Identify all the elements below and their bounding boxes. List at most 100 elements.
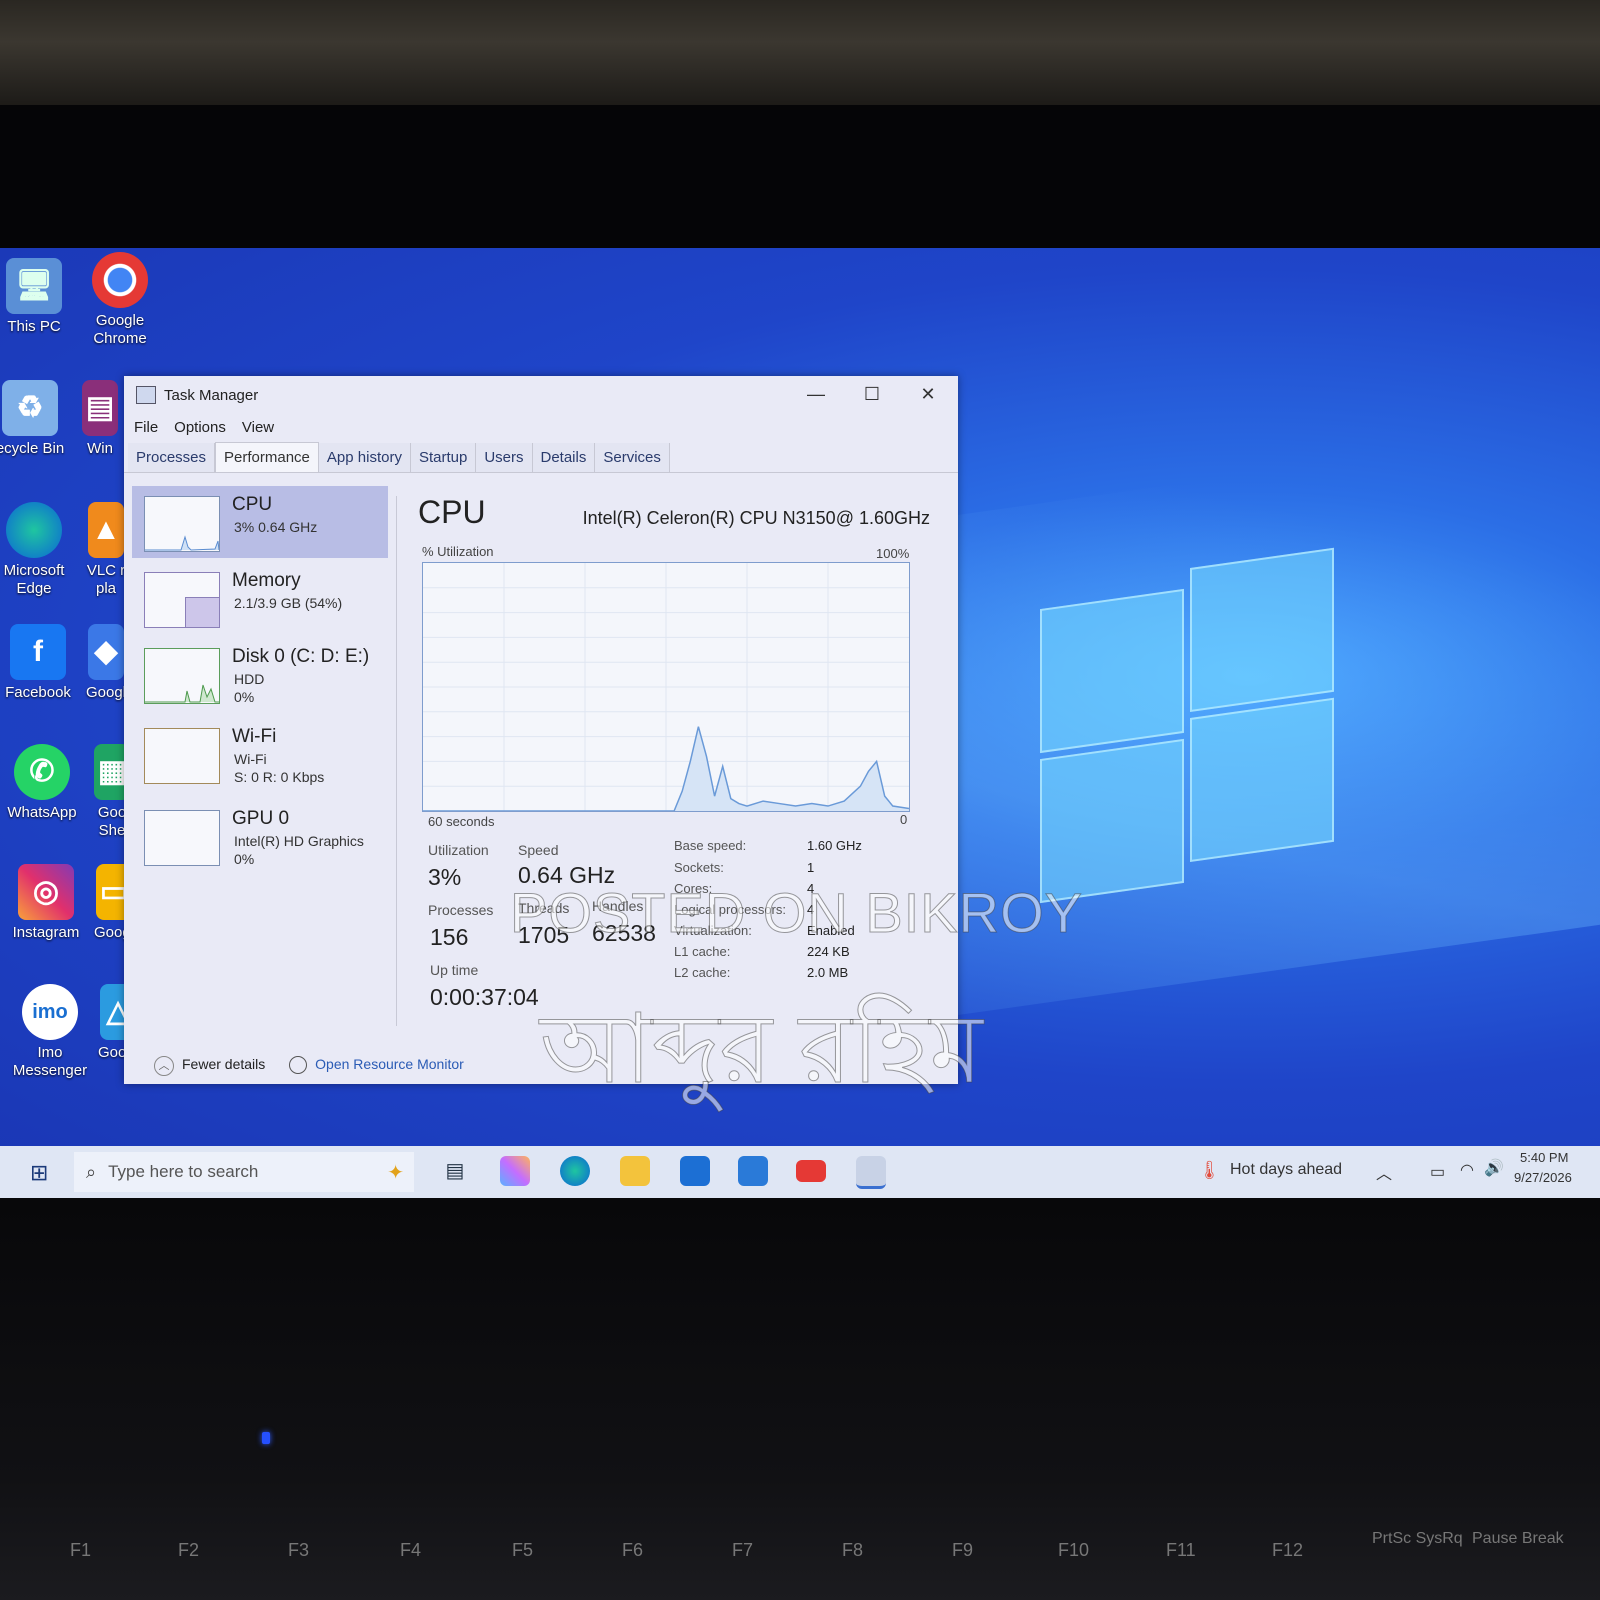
computer-icon: 🖥: [6, 258, 62, 314]
sidebar-item-disk[interactable]: Disk 0 (C: D: E:) HDD 0%: [132, 638, 388, 710]
key-f8: F8: [842, 1540, 864, 1560]
edge-icon: [6, 502, 62, 558]
recycle-bin-icon: ♻: [2, 380, 58, 436]
key-f2: F2: [178, 1540, 200, 1560]
processes-value: 156: [430, 924, 469, 950]
instagram-icon: ◎: [18, 864, 74, 920]
chrome-icon: [92, 252, 148, 308]
graph-span-label: 60 seconds: [428, 814, 495, 829]
youtube-icon[interactable]: [796, 1160, 826, 1182]
key-f10: F10: [1058, 1540, 1090, 1560]
graph-max-label: 100%: [876, 546, 910, 561]
desktop-icon-facebook[interactable]: f Facebook: [0, 624, 78, 702]
cpu-thumbnail-graph: [144, 496, 220, 552]
sidebar-disk-usage: 0%: [234, 689, 255, 705]
tab-startup[interactable]: Startup: [410, 443, 477, 472]
resource-monitor-icon: [289, 1056, 308, 1075]
graph-min-label: 0: [900, 812, 908, 827]
cpu-graph-svg: [423, 563, 910, 812]
open-resource-monitor-link[interactable]: Open Resource Monitor: [289, 1056, 464, 1075]
search-placeholder: Type here to search: [108, 1162, 259, 1181]
utilization-label: Utilization: [428, 842, 489, 858]
battery-icon[interactable]: ▭: [1430, 1162, 1445, 1182]
tab-app-history[interactable]: App history: [318, 443, 411, 472]
start-button[interactable]: ⊞: [30, 1160, 48, 1186]
desktop-icon-whatsapp[interactable]: ✆ WhatsApp: [2, 744, 82, 822]
pane-divider[interactable]: [396, 496, 397, 1026]
task-view-icon[interactable]: ▤: [440, 1156, 470, 1186]
desktop-icon-this-pc[interactable]: 🖥 This PC: [0, 258, 74, 336]
tab-details[interactable]: Details: [532, 443, 596, 472]
key-f1: F1: [70, 1540, 92, 1560]
clock-time[interactable]: 5:40 PM: [1520, 1150, 1568, 1165]
key-prtsc: PrtSc SysRq: [1372, 1530, 1463, 1547]
menu-file[interactable]: File: [134, 419, 158, 436]
utilization-value: 3%: [428, 864, 462, 890]
volume-icon[interactable]: 🔊: [1484, 1158, 1504, 1178]
file-explorer-icon[interactable]: [620, 1156, 650, 1186]
background-photo: [0, 0, 1600, 105]
detail-value: 1: [807, 860, 815, 875]
detail-value: 1.60 GHz: [807, 838, 862, 853]
task-manager-taskbar-icon[interactable]: [856, 1156, 886, 1189]
sidebar-item-wifi[interactable]: Wi-Fi Wi-Fi S: 0 R: 0 Kbps: [132, 718, 388, 790]
menu-view[interactable]: View: [242, 419, 274, 436]
processes-label: Processes: [428, 902, 494, 918]
memory-thumbnail-graph: [144, 572, 220, 628]
minimize-button[interactable]: —: [796, 384, 836, 405]
fewer-details-label: Fewer details: [182, 1056, 266, 1072]
chevron-up-icon: ︿: [154, 1056, 174, 1076]
desktop-icon-recycle-bin[interactable]: ♻ ecycle Bin: [0, 380, 70, 458]
detail-value: 224 KB: [807, 944, 850, 959]
menu-options[interactable]: Options: [174, 419, 226, 436]
sidebar-memory-stats: 2.1/3.9 GB (54%): [234, 595, 343, 611]
sidebar-item-gpu[interactable]: GPU 0 Intel(R) HD Graphics 0%: [132, 800, 388, 872]
performance-sidebar: CPU 3% 0.64 GHz Memory 2.1/3.9 GB (54%) …: [132, 486, 390, 1046]
desktop-icon-imo[interactable]: imo Imo Messenger: [10, 984, 90, 1080]
sidebar-wifi-throughput: S: 0 R: 0 Kbps: [234, 769, 325, 785]
monitor-bezel: [0, 105, 1600, 250]
store-icon[interactable]: [738, 1156, 768, 1186]
tab-users[interactable]: Users: [476, 443, 533, 472]
key-f3: F3: [288, 1540, 310, 1560]
edge-taskbar-icon[interactable]: [560, 1156, 590, 1186]
desktop-icon-chrome[interactable]: Google Chrome: [80, 252, 160, 348]
tab-processes[interactable]: Processes: [128, 443, 216, 472]
sidebar-memory-name: Memory: [232, 570, 301, 591]
tab-performance[interactable]: Performance: [215, 442, 319, 472]
weather-icon: 🌡: [1198, 1160, 1221, 1180]
close-button[interactable]: ✕: [908, 384, 948, 405]
sidebar-gpu-name: GPU 0: [232, 808, 290, 829]
wifi-thumbnail-graph: [144, 728, 220, 784]
maximize-button[interactable]: ☐: [852, 384, 892, 405]
key-f11: F11: [1166, 1540, 1196, 1560]
detail-key: Sockets:: [674, 860, 724, 875]
clock-date[interactable]: 9/27/2026: [1514, 1170, 1572, 1185]
fewer-details-button[interactable]: ︿ Fewer details: [154, 1056, 269, 1076]
tab-services[interactable]: Services: [595, 443, 670, 472]
chevron-up-icon[interactable]: ︿: [1376, 1160, 1392, 1184]
cpu-model: Intel(R) Celeron(R) CPU N3150@ 1.60GHz: [582, 508, 930, 528]
desktop-icon-winrar[interactable]: ▤ Win: [78, 380, 122, 458]
key-f9: F9: [952, 1540, 974, 1560]
desktop-icon-google-1[interactable]: ◆ Googl: [84, 624, 128, 702]
outlook-icon[interactable]: [680, 1156, 710, 1186]
uptime-label: Up time: [430, 962, 479, 978]
wifi-icon[interactable]: ◠: [1460, 1160, 1474, 1180]
sidebar-cpu-stats: 3% 0.64 GHz: [234, 519, 318, 535]
search-box[interactable]: ⌕ Type here to search ✦: [74, 1152, 414, 1192]
desktop-icon-edge[interactable]: Microsoft Edge: [0, 502, 74, 598]
menu-bar: File Options View: [124, 414, 958, 440]
desktop-icon-instagram[interactable]: ◎ Instagram: [6, 864, 86, 942]
open-resource-monitor-label: Open Resource Monitor: [315, 1056, 464, 1072]
watermark-text: POSTED ON BIKROY: [510, 881, 1083, 945]
sidebar-item-memory[interactable]: Memory 2.1/3.9 GB (54%): [132, 562, 388, 634]
cpu-utilization-graph: [422, 562, 910, 812]
weather-text[interactable]: Hot days ahead: [1230, 1161, 1342, 1179]
desktop-icon-vlc[interactable]: ▲ VLC r pla: [84, 502, 128, 598]
copilot-icon[interactable]: [500, 1156, 530, 1186]
sidebar-item-cpu[interactable]: CPU 3% 0.64 GHz: [132, 486, 388, 558]
footer-bar: ︿ Fewer details Open Resource Monitor: [154, 1056, 464, 1076]
windows-wallpaper-logo: [1040, 547, 1340, 904]
sidebar-disk-name: Disk 0 (C: D: E:): [232, 646, 370, 667]
